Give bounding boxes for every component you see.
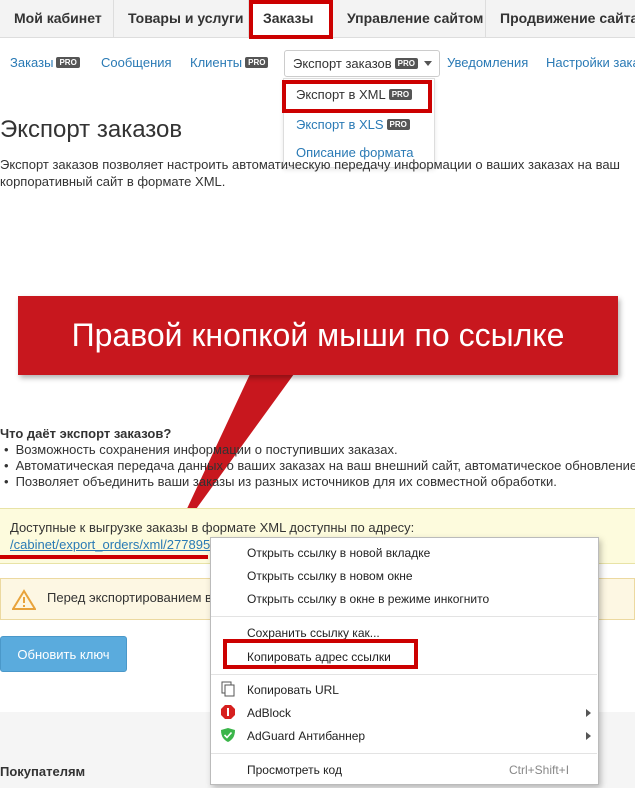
- chevron-right-icon: [586, 709, 591, 717]
- subnav-clients[interactable]: Клиенты PRO: [190, 55, 269, 70]
- subnav-settings[interactable]: Настройки заказ: [546, 55, 635, 70]
- page-title: Экспорт заказов: [0, 116, 183, 143]
- update-key-button[interactable]: Обновить ключ: [0, 636, 127, 672]
- info-text: Доступные к выгрузке заказы в формате XM…: [10, 520, 415, 535]
- callout-text: Правой кнопкой мыши по ссылке: [71, 317, 565, 353]
- ctx-open-incognito[interactable]: Открыть ссылку в окне в режиме инкогнито: [247, 592, 489, 606]
- copy-icon: [221, 681, 235, 697]
- buyers-heading: Покупателям: [0, 764, 86, 779]
- highlight-orders-tab: [249, 0, 333, 39]
- menu-divider: [211, 753, 597, 754]
- adblock-icon: [221, 705, 235, 719]
- chevron-down-icon: [424, 61, 432, 66]
- ctx-open-new-window[interactable]: Открыть ссылку в новом окне: [247, 569, 413, 583]
- highlight-copy-link: [223, 639, 418, 669]
- subnav-messages[interactable]: Сообщения: [101, 55, 172, 70]
- ctx-save-link[interactable]: Сохранить ссылку как...: [247, 626, 380, 640]
- subnav-notifications[interactable]: Уведомления: [447, 55, 528, 70]
- highlight-export-xml: [282, 80, 432, 113]
- menu-item-export-xls[interactable]: Экспорт в XLS PRO: [296, 117, 410, 132]
- ctx-adblock[interactable]: AdBlock: [247, 706, 291, 720]
- highlight-underline: [0, 555, 208, 559]
- subnav-orders[interactable]: Заказы PRO: [10, 55, 80, 70]
- ctx-inspect[interactable]: Просмотреть код: [247, 763, 342, 777]
- list-item: Возможность сохранения информации о пост…: [4, 442, 398, 457]
- ctx-adguard[interactable]: AdGuard Антибаннер: [247, 729, 365, 743]
- menu-divider: [211, 616, 597, 617]
- export-orders-dropdown[interactable]: Экспорт заказов PRO: [284, 50, 440, 77]
- tab-my-cabinet[interactable]: Мой кабинет: [0, 0, 114, 37]
- ctx-inspect-shortcut: Ctrl+Shift+I: [509, 763, 570, 777]
- menu-divider: [211, 674, 597, 675]
- ctx-open-new-tab[interactable]: Открыть ссылку в новой вкладке: [247, 546, 430, 560]
- ctx-copy-url[interactable]: Копировать URL: [247, 683, 339, 697]
- why-heading: Что даёт экспорт заказов?: [0, 426, 172, 441]
- pro-badge: PRO: [245, 57, 269, 68]
- warning-text: Перед экспортированием в: [47, 590, 212, 605]
- pro-badge: PRO: [56, 57, 80, 68]
- pro-badge: PRO: [386, 119, 410, 130]
- adguard-icon: [221, 728, 235, 742]
- chevron-right-icon: [586, 732, 591, 740]
- page-description: Экспорт заказов позволяет настроить авто…: [0, 157, 620, 189]
- list-item: Позволяет объединить ваши заказы из разн…: [4, 474, 557, 489]
- pro-badge: PRO: [394, 58, 418, 69]
- tab-products[interactable]: Товары и услуги: [114, 0, 249, 37]
- export-xml-link[interactable]: /cabinet/export_orders/xml/277895: [10, 537, 210, 552]
- list-item: Автоматическая передача данных о ваших з…: [4, 458, 635, 473]
- tab-site-management[interactable]: Управление сайтом: [333, 0, 486, 37]
- tab-promotion[interactable]: Продвижение сайта: [486, 0, 635, 37]
- warning-icon: [12, 589, 36, 610]
